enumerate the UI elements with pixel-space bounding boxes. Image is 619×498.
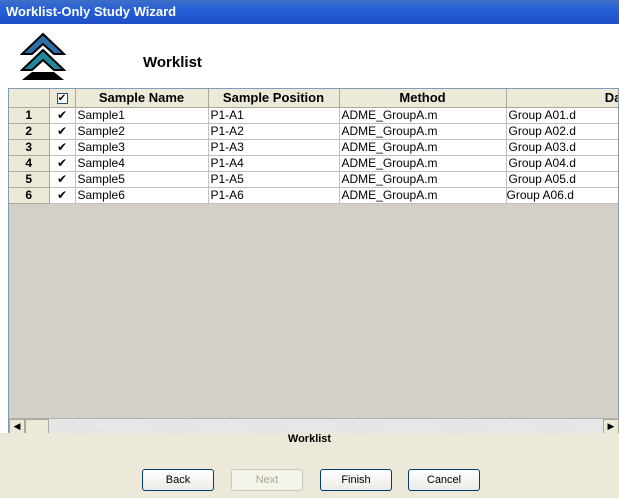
sample-position-cell[interactable]: P1-A5: [208, 171, 340, 188]
column-header-method[interactable]: Method: [339, 89, 507, 108]
row-number[interactable]: 2: [9, 123, 50, 140]
sample-position-cell[interactable]: P1-A6: [208, 187, 340, 204]
table-header-row: ✔ Sample Name Sample Position Method Dat…: [9, 89, 618, 108]
column-header-data-file[interactable]: Data F: [506, 89, 618, 108]
data-file-cell[interactable]: Group A02.d: [506, 123, 618, 140]
sample-name-cell[interactable]: Sample3: [75, 139, 209, 156]
row-checkbox[interactable]: ✔: [49, 171, 76, 188]
table-row[interactable]: 1 ✔ Sample1 P1-A1 ADME_GroupA.m Group A0…: [9, 107, 618, 124]
column-header-sample-position[interactable]: Sample Position: [208, 89, 340, 108]
select-all-checkbox[interactable]: ✔: [49, 89, 76, 108]
sample-name-cell[interactable]: Sample2: [75, 123, 209, 140]
row-number[interactable]: 3: [9, 139, 50, 156]
sample-name-cell[interactable]: Sample4: [75, 155, 209, 172]
sample-name-cell[interactable]: Sample1: [75, 107, 209, 124]
row-checkbox[interactable]: ✔: [49, 187, 76, 204]
table-row[interactable]: 2 ✔ Sample2 P1-A2 ADME_GroupA.m Group A0…: [9, 123, 618, 140]
row-checkbox[interactable]: ✔: [49, 139, 76, 156]
wizard-footer: Back Next Finish Cancel: [0, 449, 619, 498]
row-checkbox[interactable]: ✔: [49, 123, 76, 140]
method-cell[interactable]: ADME_GroupA.m: [339, 187, 507, 204]
page-title: Worklist: [143, 54, 202, 71]
scroll-right-icon[interactable]: ▶: [603, 419, 619, 434]
method-cell[interactable]: ADME_GroupA.m: [339, 155, 507, 172]
sample-name-cell[interactable]: Sample5: [75, 171, 209, 188]
next-button[interactable]: Next: [231, 469, 303, 491]
sample-position-cell[interactable]: P1-A4: [208, 155, 340, 172]
data-file-cell[interactable]: Group A06.d: [506, 187, 618, 204]
method-cell[interactable]: ADME_GroupA.m: [339, 171, 507, 188]
wizard-header: Worklist: [0, 24, 619, 88]
horizontal-scrollbar[interactable]: ◀ ▶: [9, 418, 619, 434]
worklist-grid[interactable]: ✔ Sample Name Sample Position Method Dat…: [8, 88, 619, 433]
sample-position-cell[interactable]: P1-A3: [208, 139, 340, 156]
data-file-text[interactable]: Group A06.d: [507, 188, 574, 202]
row-checkbox[interactable]: ✔: [49, 155, 76, 172]
worklist-table: ✔ Sample Name Sample Position Method Dat…: [9, 89, 618, 204]
data-file-cell[interactable]: Group A04.d: [506, 155, 618, 172]
column-header-sample-name[interactable]: Sample Name: [75, 89, 209, 108]
row-checkbox[interactable]: ✔: [49, 107, 76, 124]
grid-caption: Worklist: [0, 433, 619, 449]
sample-position-cell[interactable]: P1-A1: [208, 107, 340, 124]
method-cell[interactable]: ADME_GroupA.m: [339, 123, 507, 140]
scrollbar-thumb[interactable]: [25, 419, 49, 434]
method-cell[interactable]: ADME_GroupA.m: [339, 139, 507, 156]
window-title: Worklist-Only Study Wizard: [6, 4, 177, 19]
scroll-left-icon[interactable]: ◀: [9, 419, 25, 434]
sample-name-cell[interactable]: Sample6: [75, 187, 209, 204]
row-number[interactable]: 1: [9, 107, 50, 124]
data-file-cell[interactable]: Group A01.d: [506, 107, 618, 124]
table-row[interactable]: 4 ✔ Sample4 P1-A4 ADME_GroupA.m Group A0…: [9, 155, 618, 172]
data-file-cell[interactable]: Group A05.d: [506, 171, 618, 188]
data-file-cell[interactable]: Group A03.d: [506, 139, 618, 156]
table-row[interactable]: 6 ✔ Sample6 P1-A6 ADME_GroupA.m Group A0…: [9, 187, 618, 204]
row-number[interactable]: 4: [9, 155, 50, 172]
row-number[interactable]: 5: [9, 171, 50, 188]
method-cell[interactable]: ADME_GroupA.m: [339, 107, 507, 124]
table-row[interactable]: 5 ✔ Sample5 P1-A5 ADME_GroupA.m Group A0…: [9, 171, 618, 188]
cancel-button[interactable]: Cancel: [408, 469, 480, 491]
table-row[interactable]: 3 ✔ Sample3 P1-A3 ADME_GroupA.m Group A0…: [9, 139, 618, 156]
row-number[interactable]: 6: [9, 187, 50, 204]
finish-button[interactable]: Finish: [320, 469, 392, 491]
double-up-arrow-icon: [20, 32, 66, 80]
sample-position-cell[interactable]: P1-A2: [208, 123, 340, 140]
back-button[interactable]: Back: [142, 469, 214, 491]
row-number-header: [9, 89, 50, 108]
window-title-bar: Worklist-Only Study Wizard: [0, 0, 619, 24]
